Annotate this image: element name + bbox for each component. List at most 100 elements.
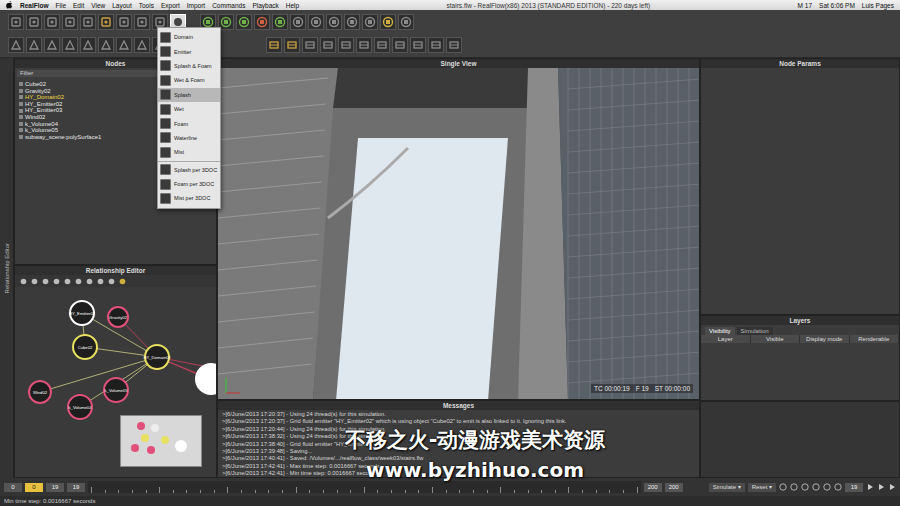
tool-button[interactable]: [80, 14, 96, 30]
tool-button[interactable]: [338, 37, 354, 53]
layers-tab[interactable]: Visibility: [705, 327, 735, 335]
end-frame-field[interactable]: 200: [665, 483, 683, 492]
apple-icon[interactable]: [6, 1, 13, 9]
menu-item[interactable]: Help: [286, 2, 299, 9]
tool-button[interactable]: [116, 14, 132, 30]
tool-button[interactable]: [62, 37, 78, 53]
menu-item[interactable]: Foam: [158, 116, 220, 130]
relationship-tool-button[interactable]: [41, 277, 49, 285]
layers-column[interactable]: Display mode: [800, 335, 850, 343]
tool-button[interactable]: [116, 37, 132, 53]
playback-icon[interactable]: [790, 483, 798, 491]
playback-icon[interactable]: [801, 483, 809, 491]
tool-button[interactable]: [44, 14, 60, 30]
menu-item[interactable]: Playback: [252, 2, 278, 9]
menu-item[interactable]: Emitter: [158, 44, 220, 58]
menubar-status[interactable]: Sat 6:06 PM: [819, 2, 855, 9]
relationship-editor-tab[interactable]: Relationship Editor: [4, 243, 10, 293]
tool-button[interactable]: [428, 37, 444, 53]
relationship-tool-button[interactable]: [107, 277, 115, 285]
graph-node[interactable]: k_Volume05: [103, 377, 129, 403]
relationship-tool-button[interactable]: [85, 277, 93, 285]
tool-button[interactable]: [44, 37, 60, 53]
tool-button[interactable]: [8, 14, 24, 30]
relationship-tool-button[interactable]: [52, 277, 60, 285]
menu-item[interactable]: Splash: [158, 88, 220, 102]
menu-item[interactable]: View: [91, 2, 105, 9]
play-icon[interactable]: [877, 483, 885, 491]
frame-field[interactable]: 0: [4, 483, 22, 492]
tool-button[interactable]: [392, 37, 408, 53]
tool-button[interactable]: [80, 37, 96, 53]
graph-node[interactable]: Wind02: [28, 380, 52, 404]
graph-node[interactable]: Cube02: [72, 334, 98, 360]
tool-button[interactable]: [98, 37, 114, 53]
tool-button[interactable]: [254, 14, 270, 30]
menu-item[interactable]: Import: [187, 2, 205, 9]
menu-item[interactable]: Waterline: [158, 131, 220, 145]
frame-field[interactable]: 19: [67, 483, 85, 492]
relationship-tool-button[interactable]: [63, 277, 71, 285]
tool-button[interactable]: [284, 37, 300, 53]
timeline-ruler[interactable]: [88, 481, 641, 493]
graph-node[interactable]: Gravity02: [107, 306, 129, 328]
menubar-status[interactable]: M 17: [798, 2, 812, 9]
tool-button[interactable]: [302, 37, 318, 53]
tool-button[interactable]: [26, 37, 42, 53]
tool-button[interactable]: [134, 37, 150, 53]
tool-button[interactable]: [98, 14, 114, 30]
reset-button[interactable]: Reset ▾: [748, 483, 776, 492]
menubar-status[interactable]: Luis Pages: [862, 2, 894, 9]
tool-button[interactable]: [134, 14, 150, 30]
relationship-tool-button[interactable]: [30, 277, 38, 285]
menu-item[interactable]: Foam per 3DOC: [158, 177, 220, 191]
playback-icon[interactable]: [834, 483, 842, 491]
tool-button[interactable]: [290, 14, 306, 30]
layers-tab[interactable]: Simulation: [737, 327, 773, 335]
tool-button[interactable]: [62, 14, 78, 30]
tool-button[interactable]: [236, 14, 252, 30]
tool-button[interactable]: [26, 14, 42, 30]
current-frame-field[interactable]: 19: [845, 483, 863, 492]
3d-viewport[interactable]: TC 00:00:19F 19ST 00:00:00: [218, 68, 699, 399]
app-menu[interactable]: RealFlow: [20, 2, 49, 9]
frame-field[interactable]: 0: [25, 483, 43, 492]
menu-item[interactable]: Export: [161, 2, 180, 9]
tool-button[interactable]: [398, 14, 414, 30]
tool-button[interactable]: [272, 14, 288, 30]
menu-item[interactable]: Tools: [139, 2, 154, 9]
graph-node[interactable]: [195, 363, 217, 395]
menu-item[interactable]: Commands: [212, 2, 245, 9]
menu-item[interactable]: Splash per 3DOC: [158, 163, 220, 177]
menu-item[interactable]: Layout: [112, 2, 132, 9]
relationship-tool-button[interactable]: [96, 277, 104, 285]
menu-item[interactable]: Domain: [158, 30, 220, 44]
graph-minimap[interactable]: [120, 415, 202, 467]
tool-button[interactable]: [374, 37, 390, 53]
tool-button[interactable]: [380, 14, 396, 30]
graph-node[interactable]: HY_Emitter02: [69, 300, 95, 326]
playback-icon[interactable]: [812, 483, 820, 491]
tool-button[interactable]: [320, 37, 336, 53]
tool-button[interactable]: [356, 37, 372, 53]
tool-button[interactable]: [308, 14, 324, 30]
tool-button[interactable]: [410, 37, 426, 53]
end-frame-field[interactable]: 200: [644, 483, 662, 492]
layers-column[interactable]: Renderable: [850, 335, 900, 343]
frame-field[interactable]: 19: [46, 483, 64, 492]
menu-item[interactable]: Wet: [158, 102, 220, 116]
tool-button[interactable]: [266, 37, 282, 53]
menu-item[interactable]: Edit: [73, 2, 84, 9]
graph-node[interactable]: k_Volume04: [67, 394, 93, 420]
tool-button[interactable]: [446, 37, 462, 53]
tool-button[interactable]: [8, 37, 24, 53]
menu-item[interactable]: Mist per 3DOC: [158, 191, 220, 205]
tool-button[interactable]: [326, 14, 342, 30]
menu-item[interactable]: Splash & Foam: [158, 59, 220, 73]
simulate-button[interactable]: Simulate ▾: [709, 483, 745, 492]
tool-button[interactable]: [344, 14, 360, 30]
playback-icon[interactable]: [779, 483, 787, 491]
relationship-tool-button[interactable]: [118, 277, 126, 285]
menu-item[interactable]: Wet & Foam: [158, 73, 220, 87]
graph-node[interactable]: HY_Domain02: [144, 344, 170, 370]
